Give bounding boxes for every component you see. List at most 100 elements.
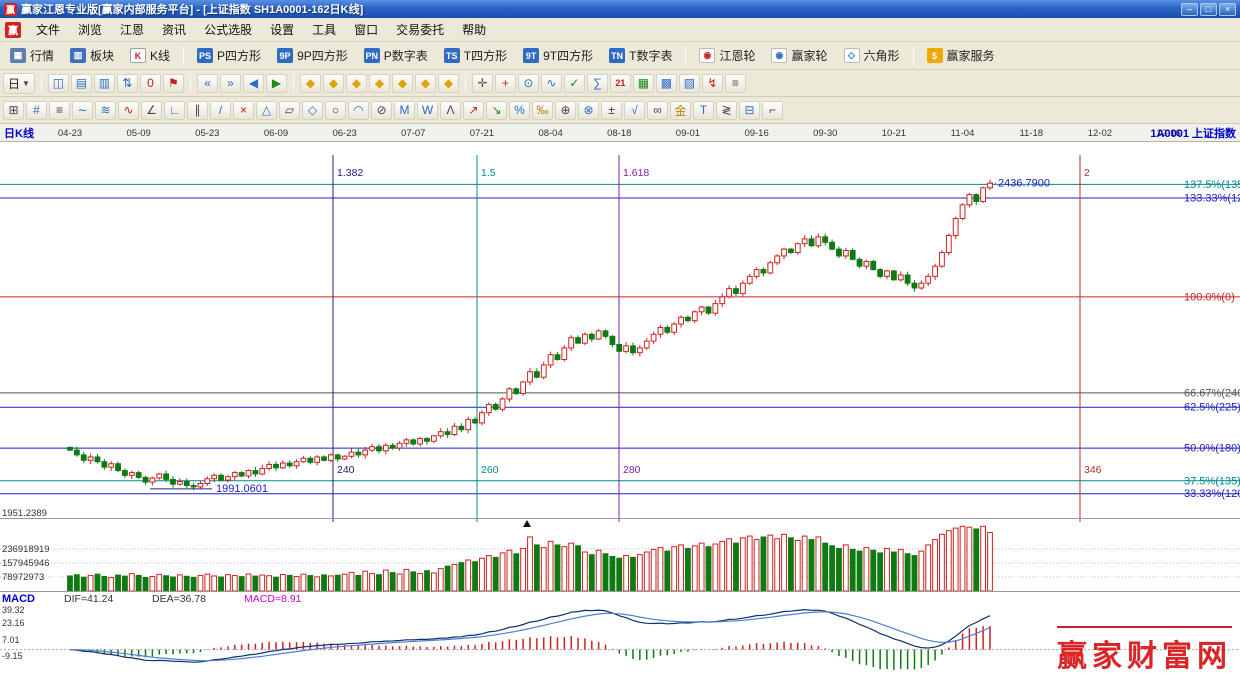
p-number-table-button[interactable]: PN P数字表 xyxy=(357,44,435,67)
circle-tool-icon[interactable]: ○ xyxy=(325,100,346,120)
candle-body xyxy=(334,454,341,460)
grid-panel-icon[interactable]: ▩ xyxy=(655,73,677,93)
stats-sum-icon[interactable]: ∑ xyxy=(586,73,608,93)
draw-price-grid-icon[interactable]: # xyxy=(26,100,47,120)
check-icon[interactable]: ✓ xyxy=(563,73,585,93)
9p-square-button[interactable]: 9P 9P四方形 xyxy=(270,44,355,67)
menu-item-3[interactable]: 资讯 xyxy=(153,17,195,42)
more-tools-icon[interactable]: ≡ xyxy=(724,73,746,93)
flash-icon[interactable]: ↯ xyxy=(701,73,723,93)
winner-service-button[interactable]: $ 赢家服务 xyxy=(920,44,1002,67)
volume-bar xyxy=(211,575,218,592)
market-quotes-button[interactable]: ▦ 行情 xyxy=(3,44,61,67)
prev-bar-icon[interactable]: ◀ xyxy=(242,73,264,93)
volume-bar xyxy=(190,576,197,592)
t-square-button[interactable]: TS T四方形 xyxy=(437,44,514,67)
next-bar-icon[interactable]: ▶ xyxy=(265,73,287,93)
sectors-button[interactable]: ▥ 板块 xyxy=(63,44,121,67)
rhombus-tool-icon[interactable]: ◇ xyxy=(302,100,323,120)
hexagon-button[interactable]: ◇ 六角形 xyxy=(837,44,907,67)
volume-bar xyxy=(540,547,547,592)
measure-icon[interactable]: ⌐ xyxy=(762,100,783,120)
gann-angle-icon[interactable]: ∠ xyxy=(141,100,162,120)
menu-item-1[interactable]: 浏览 xyxy=(69,17,111,42)
gann-tool-4-icon[interactable]: ◆ xyxy=(368,73,390,93)
candle-body xyxy=(945,235,952,254)
gann-tool-2-icon[interactable]: ◆ xyxy=(322,73,344,93)
app-menu-icon[interactable]: 赢 xyxy=(5,21,21,38)
gann-tool-6-icon[interactable]: ◆ xyxy=(414,73,436,93)
first-page-icon[interactable]: « xyxy=(196,73,218,93)
arc-tool-icon[interactable]: ◠ xyxy=(348,100,369,120)
draw-channel-icon[interactable]: ≋ xyxy=(95,100,116,120)
kline-chart[interactable]: 日K线 04-23 05-09 05-23 06-09 06-23 07-07 07-21 08… xyxy=(0,124,1240,683)
quote-list-icon[interactable]: ▤ xyxy=(70,73,92,93)
plus-minus-icon[interactable]: ± xyxy=(601,100,622,120)
delete-line-icon[interactable]: × xyxy=(233,100,254,120)
menu-item-8[interactable]: 交易委托 xyxy=(387,17,453,42)
parallelogram-tool-icon[interactable]: ▱ xyxy=(279,100,300,120)
m-pattern-icon[interactable]: M xyxy=(394,100,415,120)
remove-grid-icon[interactable]: ⊟ xyxy=(739,100,760,120)
draw-trend-curve-icon[interactable]: ∼ xyxy=(72,100,93,120)
gann-tool-5-icon[interactable]: ◆ xyxy=(391,73,413,93)
hatch-panel-icon[interactable]: ▨ xyxy=(678,73,700,93)
gann-tool-3-icon[interactable]: ◆ xyxy=(345,73,367,93)
report-view-icon[interactable]: ▥ xyxy=(93,73,115,93)
window-layout-icon[interactable]: ◫ xyxy=(47,73,69,93)
rising-line-icon[interactable]: ↗ xyxy=(463,100,484,120)
time-space-icon[interactable]: ⊗ xyxy=(578,100,599,120)
menu-item-7[interactable]: 窗口 xyxy=(345,17,387,42)
menu-item-6[interactable]: 工具 xyxy=(303,17,345,42)
draw-wave-icon[interactable]: ∿ xyxy=(118,100,139,120)
pan-hand-icon[interactable]: ✛ xyxy=(471,73,493,93)
9t-square-button[interactable]: 9T 9T四方形 xyxy=(516,44,600,67)
gann-tool-7-icon[interactable]: ◆ xyxy=(437,73,459,93)
zero-reset-icon[interactable]: 0 xyxy=(139,73,161,93)
volume-bar xyxy=(259,574,266,592)
parallel-lines-icon[interactable]: ∥ xyxy=(187,100,208,120)
winner-wheel-button[interactable]: ◉ 赢家轮 xyxy=(764,44,834,67)
gann-tool-1-icon[interactable]: ◆ xyxy=(299,73,321,93)
minimize-button[interactable]: – xyxy=(1181,2,1198,16)
period-day-selector[interactable]: 日 ▼ xyxy=(3,72,35,94)
region-flag-icon[interactable]: ⚑ xyxy=(162,73,184,93)
draw-grid-icon[interactable]: ⊞ xyxy=(3,100,24,120)
falling-line-icon[interactable]: ↘ xyxy=(486,100,507,120)
compare-icon[interactable]: ≷ xyxy=(716,100,737,120)
last-page-icon[interactable]: » xyxy=(219,73,241,93)
sqrt-tool-icon[interactable]: √ xyxy=(624,100,645,120)
triangle-tool-icon[interactable]: △ xyxy=(256,100,277,120)
golden-ratio-icon[interactable]: 金 xyxy=(670,100,691,120)
menu-item-4[interactable]: 公式选股 xyxy=(195,17,261,42)
crosshair-icon[interactable]: + xyxy=(494,73,516,93)
chart-panel-icon[interactable]: ▦ xyxy=(632,73,654,93)
menu-bar: 赢 文件 浏览 江恩 资讯 公式选股 设置 工具 窗口 交易委托 帮助 xyxy=(0,18,1240,42)
gann-wheel-button[interactable]: ◉ 江恩轮 xyxy=(692,44,762,67)
diagonal-line-icon[interactable]: / xyxy=(210,100,231,120)
calendar-21-icon[interactable]: 21 xyxy=(609,73,631,93)
sort-updown-icon[interactable]: ⇅ xyxy=(116,73,138,93)
kline-button[interactable]: K K线 xyxy=(123,44,177,67)
menu-item-5[interactable]: 设置 xyxy=(261,17,303,42)
time-cycle-icon[interactable]: T xyxy=(693,100,714,120)
golden-section-icon[interactable]: ‰ xyxy=(532,100,553,120)
cycle-tool-icon[interactable]: ∞ xyxy=(647,100,668,120)
close-button[interactable]: × xyxy=(1219,2,1236,16)
zoom-icon[interactable]: ⊙ xyxy=(517,73,539,93)
w-pattern-icon[interactable]: W xyxy=(417,100,438,120)
t-number-table-button[interactable]: TN T数字表 xyxy=(602,44,679,67)
volume-bar xyxy=(911,555,918,592)
draw-hline-icon[interactable]: ≡ xyxy=(49,100,70,120)
menu-item-9[interactable]: 帮助 xyxy=(453,17,495,42)
menu-item-2[interactable]: 江恩 xyxy=(111,17,153,42)
menu-item-0[interactable]: 文件 xyxy=(27,17,69,42)
wave-icon[interactable]: ∿ xyxy=(540,73,562,93)
p-square-button[interactable]: PS P四方形 xyxy=(190,44,268,67)
peak-pattern-icon[interactable]: Λ xyxy=(440,100,461,120)
percent-retrace-icon[interactable]: % xyxy=(509,100,530,120)
slash-circle-icon[interactable]: ⊘ xyxy=(371,100,392,120)
center-point-icon[interactable]: ⊕ xyxy=(555,100,576,120)
right-angle-icon[interactable]: ∟ xyxy=(164,100,185,120)
maximize-button[interactable]: □ xyxy=(1200,2,1217,16)
